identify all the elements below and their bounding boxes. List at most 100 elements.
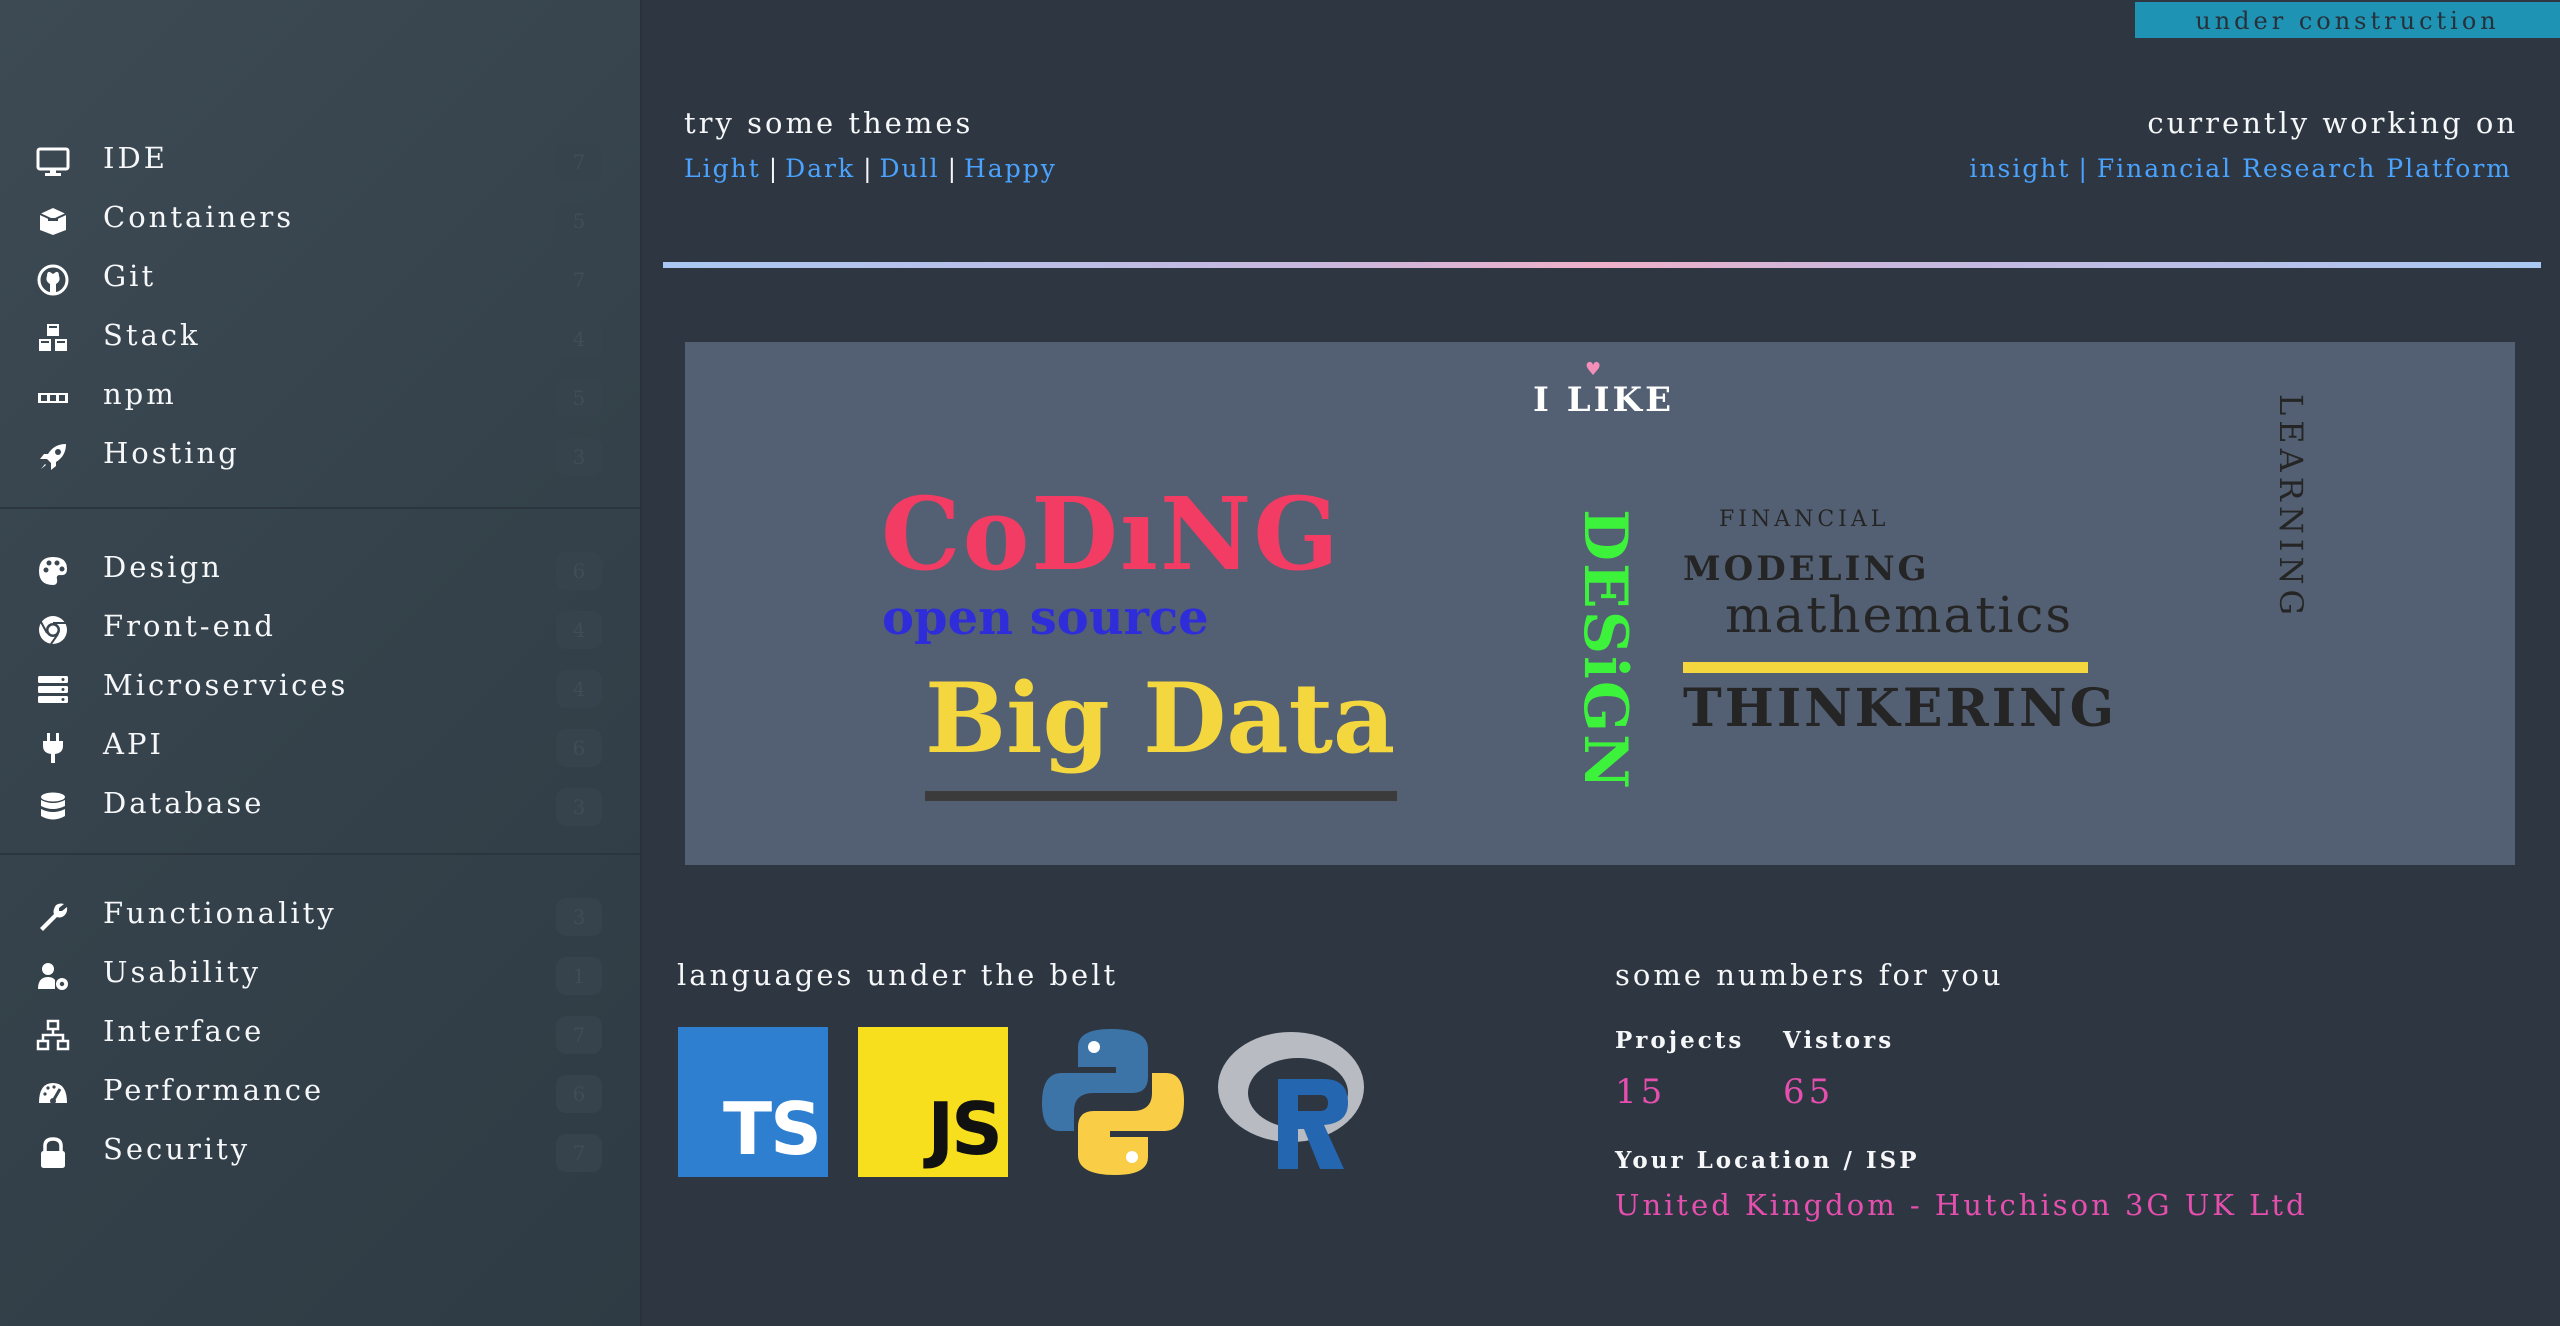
separator: |: [768, 154, 778, 183]
theme-happy-link[interactable]: Happy: [964, 154, 1057, 183]
word-mathematics: mathematics: [1725, 586, 2074, 644]
themes-title: try some themes: [684, 106, 974, 140]
sidebar-item-label: Design: [103, 550, 223, 584]
sidebar-item-label: Containers: [103, 200, 295, 234]
sidebar-item-hosting[interactable]: Hosting 3: [0, 432, 640, 488]
word-financial: FINANCIAL: [1719, 507, 1890, 532]
i-like-heading: I LIKE: [1533, 380, 1675, 420]
word-design: DESiGN: [1570, 509, 1640, 791]
js-logo-text: JS: [927, 1087, 1003, 1171]
sidebar-item-performance[interactable]: Performance 6: [0, 1069, 640, 1125]
theme-light-link[interactable]: Light: [684, 154, 761, 183]
sidebar-item-label: Hosting: [103, 436, 240, 470]
sidebar-item-label: Microservices: [103, 668, 349, 702]
location-value: United Kingdom - Hutchison 3G UK Ltd: [1615, 1188, 2308, 1222]
user-gear-icon: [36, 959, 70, 993]
count-badge: 4: [556, 611, 602, 649]
theme-links: Light | Dark | Dull | Happy: [684, 154, 1057, 183]
visitors-count: 65: [1783, 1072, 1835, 1112]
sidebar-item-interface[interactable]: Interface 7: [0, 1010, 640, 1066]
palette-icon: [36, 554, 70, 588]
ts-logo-text: TS: [723, 1087, 822, 1171]
sidebar-item-ide[interactable]: IDE 7: [0, 137, 640, 193]
monitor-icon: [36, 145, 70, 179]
sitemap-icon: [36, 1018, 70, 1052]
count-badge: 5: [556, 202, 602, 240]
python-logo: [1038, 1027, 1188, 1177]
sidebar-item-label: Git: [103, 259, 157, 293]
sidebar-item-usability[interactable]: Usability 1: [0, 951, 640, 1007]
rocket-icon: [36, 440, 70, 474]
count-badge: 3: [556, 898, 602, 936]
chrome-icon: [36, 613, 70, 647]
heart-icon: ♥: [1585, 359, 1602, 380]
sidebar-item-design[interactable]: Design 6: [0, 546, 640, 602]
r-logo: [1216, 1027, 1366, 1177]
count-badge: 4: [556, 320, 602, 358]
accent-bar: [1683, 662, 2088, 673]
word-modeling: MODELING: [1683, 549, 1930, 589]
npm-icon: [36, 381, 70, 415]
database-icon: [36, 790, 70, 824]
box-icon: [36, 204, 70, 238]
lock-icon: [36, 1136, 70, 1170]
sidebar-divider: [0, 853, 640, 855]
count-badge: 5: [556, 379, 602, 417]
theme-dull-link[interactable]: Dull: [880, 154, 940, 183]
word-big-data: Big Data: [925, 662, 1396, 775]
sidebar-item-label: Interface: [103, 1014, 265, 1048]
sidebar-item-label: npm: [103, 377, 177, 411]
sidebar-item-label: Front-end: [103, 609, 276, 643]
sidebar-item-api[interactable]: API 6: [0, 723, 640, 779]
sidebar-item-front-end[interactable]: Front-end 4: [0, 605, 640, 661]
word-thinkering: THINKERING: [1683, 678, 2117, 739]
count-badge: 7: [556, 261, 602, 299]
cubes-icon: [36, 322, 70, 356]
sidebar-item-label: Performance: [103, 1073, 325, 1107]
numbers-title: some numbers for you: [1615, 958, 2004, 992]
server-icon: [36, 672, 70, 706]
project-description-link[interactable]: Financial Research Platform: [2097, 154, 2512, 183]
github-icon: [36, 263, 70, 297]
working-on-title: currently working on: [2147, 106, 2518, 140]
projects-count: 15: [1615, 1072, 1667, 1112]
sidebar-item-npm[interactable]: npm 5: [0, 373, 640, 429]
sidebar-item-containers[interactable]: Containers 5: [0, 196, 640, 252]
separator: |: [863, 154, 872, 183]
sidebar: IDE 7 Containers 5 Git 7 Stack 4 npm 5 H…: [0, 0, 642, 1326]
word-learning: LEARNING: [2272, 394, 2310, 621]
count-badge: 7: [556, 1134, 602, 1172]
sidebar-item-label: Usability: [103, 955, 262, 989]
js-logo: JS: [858, 1027, 1008, 1177]
sidebar-item-stack[interactable]: Stack 4: [0, 314, 640, 370]
gradient-divider: [663, 262, 2541, 268]
big-data-underline: [925, 791, 1397, 801]
sidebar-item-git[interactable]: Git 7: [0, 255, 640, 311]
count-badge: 6: [556, 1075, 602, 1113]
count-badge: 6: [556, 729, 602, 767]
under-construction-banner: under construction: [2135, 2, 2560, 38]
sidebar-item-label: Database: [103, 786, 265, 820]
word-open-source: open source: [882, 590, 1209, 646]
sidebar-item-label: Security: [103, 1132, 251, 1166]
theme-dark-link[interactable]: Dark: [785, 154, 855, 183]
sidebar-item-label: API: [103, 727, 164, 761]
sidebar-item-functionality[interactable]: Functionality 3: [0, 892, 640, 948]
sidebar-item-label: IDE: [103, 141, 168, 175]
sidebar-item-database[interactable]: Database 3: [0, 782, 640, 838]
separator: |: [2078, 154, 2089, 183]
gauge-icon: [36, 1077, 70, 1111]
sidebar-divider: [0, 507, 640, 509]
count-badge: 7: [556, 1016, 602, 1054]
sidebar-item-label: Functionality: [103, 896, 337, 930]
wrench-icon: [36, 900, 70, 934]
separator: |: [947, 154, 957, 183]
projects-label: Projects: [1615, 1027, 1745, 1054]
sidebar-item-microservices[interactable]: Microservices 4: [0, 664, 640, 720]
sidebar-item-security[interactable]: Security 7: [0, 1128, 640, 1184]
sidebar-item-label: Stack: [103, 318, 201, 352]
languages-title: languages under the belt: [677, 958, 1119, 992]
visitors-label: Vistors: [1783, 1027, 1895, 1054]
count-badge: 1: [556, 957, 602, 995]
project-link[interactable]: insight: [1969, 154, 2070, 183]
